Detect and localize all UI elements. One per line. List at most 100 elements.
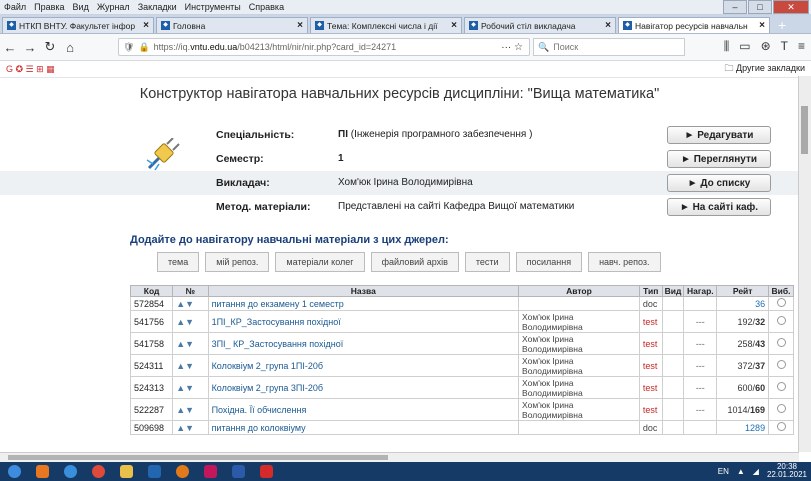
extension-icon[interactable]: ⊛ (761, 39, 771, 54)
other-bookmarks[interactable]: 🗀 Другие закладки (725, 61, 806, 77)
menu-item[interactable]: Правка (34, 2, 64, 12)
scroll-thumb[interactable] (801, 106, 808, 154)
reorder-arrows[interactable]: ▲▼ (172, 310, 209, 333)
word-icon[interactable] (224, 463, 252, 480)
scroll-thumb[interactable] (8, 455, 388, 460)
browser-tab[interactable]: ◆ Навігатор ресурсів навчальн × (618, 17, 770, 33)
cell-rating: 600/60 (716, 376, 770, 399)
back-icon[interactable]: ← (0, 40, 20, 55)
browser-tab[interactable]: ◆ Головна × (156, 17, 308, 33)
close-tab-icon[interactable]: × (297, 20, 303, 31)
select-radio[interactable] (776, 338, 786, 347)
vertical-scrollbar[interactable] (798, 76, 811, 452)
translate-icon[interactable]: T (781, 39, 788, 54)
resource-link[interactable]: Колоквіум 2_група 1ПІ-20б (207, 354, 520, 377)
close-tab-icon[interactable]: × (759, 20, 765, 31)
browser-tab[interactable]: ◆ Тема: Комплексні числа і дії × (310, 17, 462, 33)
forward-icon[interactable]: → (20, 40, 40, 55)
select-radio[interactable] (776, 422, 786, 431)
menu-item[interactable]: Закладки (138, 2, 177, 12)
volume-icon[interactable]: ◢ (753, 467, 759, 476)
col-rating[interactable]: Рейт (716, 285, 770, 297)
table-row: 522287 ▲▼ Похідна. Її обчислення Хом'юк Іри… (129, 398, 794, 421)
network-icon[interactable]: ▲ (737, 467, 745, 476)
close-tab-icon[interactable]: × (605, 20, 611, 31)
reload-icon[interactable]: ↻ (40, 39, 60, 55)
chrome-icon[interactable] (84, 463, 112, 480)
menu-icon[interactable]: ≡ (798, 39, 805, 54)
source-button[interactable]: матеріали колег (275, 252, 365, 272)
col-number[interactable]: № (172, 285, 209, 297)
start-button[interactable] (0, 463, 28, 480)
save-app-icon[interactable] (140, 463, 168, 480)
search-icon: 🔍 (538, 41, 550, 52)
reorder-arrows[interactable]: ▲▼ (172, 354, 209, 377)
select-radio[interactable] (776, 316, 786, 325)
view-button[interactable]: ► Переглянути (667, 150, 771, 168)
reorder-arrows[interactable]: ▲▼ (172, 398, 209, 421)
menu-item[interactable]: Файл (4, 2, 26, 12)
reorder-arrows[interactable]: ▲▼ (172, 332, 209, 355)
url-bar[interactable]: 🛡 🔒 https://iq. vntu.edu.ua/b04213/html/n… (118, 38, 530, 56)
minimize-button[interactable]: – (723, 0, 747, 14)
close-tab-icon[interactable]: × (451, 20, 457, 31)
reorder-arrows[interactable]: ▲▼ (172, 296, 209, 311)
col-author[interactable]: Автор (518, 285, 640, 297)
cell-type: test (638, 310, 663, 333)
media-player-icon[interactable] (28, 463, 56, 480)
firefox-icon[interactable] (168, 463, 196, 480)
pdf-icon[interactable] (252, 463, 280, 480)
resource-link[interactable]: 3ПІ_ КР_Застосування похідної (207, 332, 520, 355)
ie-icon[interactable] (56, 463, 84, 480)
resource-link[interactable]: Колоквіум 2_група 3ПІ-20б (207, 376, 520, 399)
select-radio[interactable] (776, 298, 786, 307)
bookmark-icons[interactable]: G ✪ ☰ ⊞ ▦ (6, 64, 55, 75)
close-tab-icon[interactable]: × (143, 20, 149, 31)
clock-date: 22.01.2021 (766, 470, 807, 479)
source-button[interactable]: посилання (515, 252, 583, 272)
resource-link[interactable]: 1ПІ_КР_Застосування похідної (207, 310, 520, 333)
source-button[interactable]: тема (157, 252, 200, 272)
menu-item[interactable]: Справка (249, 2, 284, 12)
resource-link[interactable]: питання до колоквіуму (207, 420, 520, 435)
menu-item[interactable]: Журнал (97, 2, 130, 12)
maximize-button[interactable]: □ (748, 0, 772, 14)
col-select[interactable]: Виб. (768, 285, 794, 297)
menu-item[interactable]: Инструменты (185, 2, 241, 12)
library-icon[interactable]: ⫼ (724, 39, 730, 54)
select-radio[interactable] (776, 382, 786, 391)
home-icon[interactable]: ⌂ (60, 40, 80, 55)
sidebar-icon[interactable]: ▭ (739, 39, 750, 54)
explorer-icon[interactable] (112, 463, 140, 480)
select-radio[interactable] (776, 404, 786, 413)
new-tab-button[interactable]: + (772, 17, 792, 33)
source-button[interactable]: мій репоз. (205, 252, 270, 272)
source-button[interactable]: навч. репоз. (588, 252, 661, 272)
col-code[interactable]: Код (129, 285, 174, 297)
resource-link[interactable]: Похідна. Її обчислення (207, 398, 520, 421)
info-label: Викладач: (216, 177, 270, 189)
app-icon[interactable] (196, 463, 224, 480)
close-window-button[interactable]: ✕ (773, 0, 809, 14)
menu-item[interactable]: Вид (73, 2, 89, 12)
col-award[interactable]: Нагар. (683, 285, 718, 297)
col-name[interactable]: Назва (207, 285, 520, 297)
browser-tab[interactable]: ◆ Робочий стіл викладача × (464, 17, 616, 33)
language-indicator[interactable]: EN (718, 467, 729, 476)
source-button[interactable]: файловий архів (370, 252, 459, 272)
col-kind[interactable]: Вид (661, 285, 685, 297)
browser-tab[interactable]: ◆ НТКП ВНТУ. Факультет інфор × (2, 17, 154, 33)
select-radio[interactable] (776, 360, 786, 369)
reorder-arrows[interactable]: ▲▼ (172, 376, 209, 399)
to-list-button[interactable]: ► До списку (667, 174, 771, 192)
source-button[interactable]: тести (464, 252, 510, 272)
department-site-button[interactable]: ► На сайті каф. (667, 198, 771, 216)
cell-kind (661, 420, 685, 435)
page-actions-icon[interactable]: ··· ☆ (501, 42, 523, 53)
resource-link[interactable]: питання до екзамену 1 семестр (207, 296, 520, 311)
edit-button[interactable]: ► Редагувати (667, 126, 771, 144)
search-input[interactable]: 🔍 Поиск (533, 38, 685, 56)
clock[interactable]: 20:38 22.01.2021 (767, 463, 807, 479)
reorder-arrows[interactable]: ▲▼ (172, 420, 209, 435)
col-type[interactable]: Тип (638, 285, 663, 297)
